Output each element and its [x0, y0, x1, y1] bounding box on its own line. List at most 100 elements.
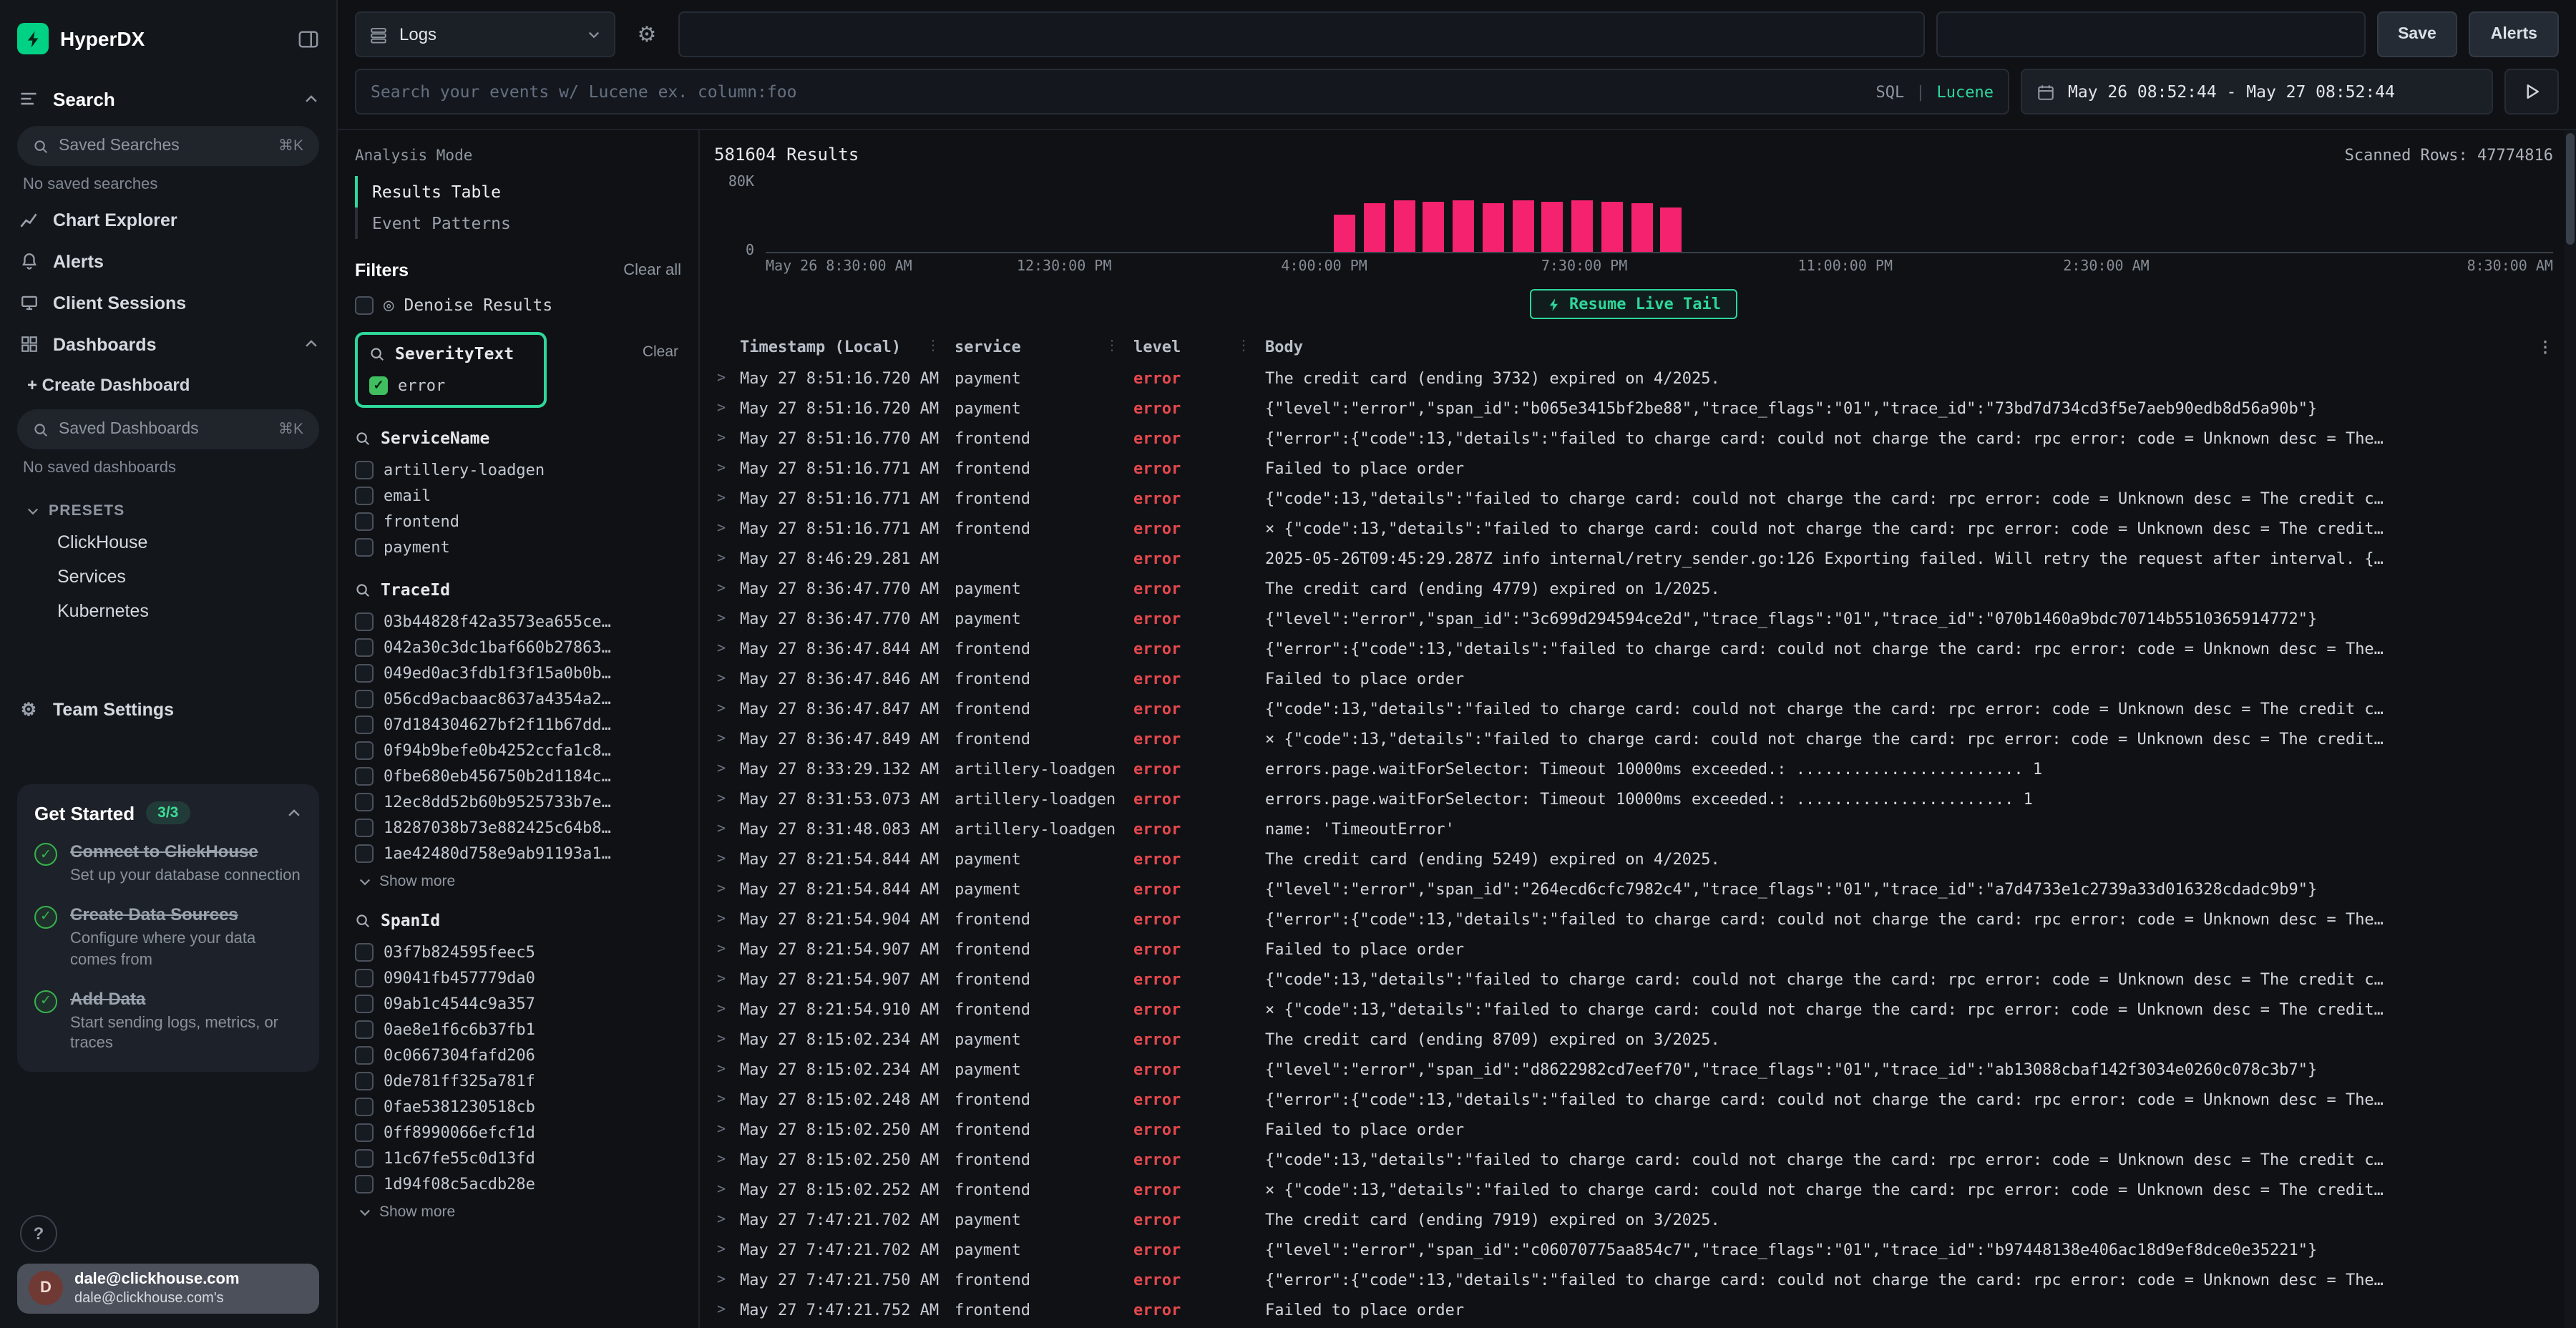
histogram-plot-area[interactable]: [766, 179, 2553, 253]
row-expand-icon[interactable]: >: [714, 491, 740, 507]
resume-live-tail-button[interactable]: Resume Live Tail: [1529, 289, 1738, 319]
checkbox[interactable]: [355, 968, 374, 987]
log-row[interactable]: >May 27 8:51:16.771 AMfrontenderror× {"c…: [714, 514, 2553, 544]
log-row[interactable]: >May 27 8:33:29.132 AMartillery-loadgene…: [714, 754, 2553, 784]
sidebar-item-services[interactable]: Services: [17, 560, 319, 594]
histogram-bar[interactable]: [1483, 202, 1504, 252]
column-header-timestamp[interactable]: Timestamp (Local): [740, 337, 955, 356]
log-row[interactable]: >May 27 8:21:54.844 AMpaymenterror{"leve…: [714, 874, 2553, 904]
alerts-button[interactable]: Alerts: [2469, 11, 2559, 57]
log-row[interactable]: >May 27 8:21:54.910 AMfrontenderror× {"c…: [714, 995, 2553, 1025]
row-expand-icon[interactable]: >: [714, 641, 740, 657]
row-expand-icon[interactable]: >: [714, 551, 740, 567]
vertical-scrollbar[interactable]: [2565, 130, 2576, 1328]
row-expand-icon[interactable]: >: [714, 1212, 740, 1228]
sidebar-item-search[interactable]: Search: [17, 77, 319, 120]
log-row[interactable]: >May 27 8:36:47.770 AMpaymenterror{"leve…: [714, 604, 2553, 634]
log-row[interactable]: >May 27 8:36:47.847 AMfrontenderror{"cod…: [714, 694, 2553, 724]
facet-option[interactable]: 09ab1c4544c9a357: [355, 990, 681, 1016]
denoise-results-option[interactable]: ◎ Denoise Results: [355, 295, 681, 315]
checkbox[interactable]: [355, 818, 374, 836]
log-row[interactable]: >May 27 8:51:16.770 AMfrontenderror{"err…: [714, 424, 2553, 454]
row-expand-icon[interactable]: >: [714, 972, 740, 987]
facet-option[interactable]: 0c0667304fafd206: [355, 1042, 681, 1068]
checkbox[interactable]: [355, 486, 374, 504]
histogram-bar[interactable]: [1660, 208, 1682, 252]
checkbox[interactable]: [355, 512, 374, 530]
facet-option[interactable]: email: [355, 482, 681, 508]
mode-results-table[interactable]: Results Table: [355, 176, 681, 208]
search-icon[interactable]: [355, 912, 371, 928]
histogram-bar[interactable]: [1542, 202, 1563, 252]
row-expand-icon[interactable]: >: [714, 942, 740, 957]
row-expand-icon[interactable]: >: [714, 521, 740, 537]
log-row[interactable]: >May 27 8:21:54.907 AMfrontenderror{"cod…: [714, 965, 2553, 995]
log-row[interactable]: >May 27 7:47:21.752 AMfrontenderrorFaile…: [714, 1295, 2553, 1325]
checkbox[interactable]: [355, 1148, 374, 1167]
checkbox[interactable]: [355, 663, 374, 682]
log-row[interactable]: >May 27 8:36:47.770 AMpaymenterrorThe cr…: [714, 574, 2553, 604]
log-row[interactable]: >May 27 8:21:54.844 AMpaymenterrorThe cr…: [714, 844, 2553, 874]
row-expand-icon[interactable]: >: [714, 882, 740, 897]
presets-toggle[interactable]: PRESETS: [17, 497, 319, 525]
histogram-bar[interactable]: [1601, 202, 1623, 252]
row-expand-icon[interactable]: >: [714, 791, 740, 807]
log-row[interactable]: >May 27 8:51:16.771 AMfrontenderrorFaile…: [714, 454, 2553, 484]
row-expand-icon[interactable]: >: [714, 912, 740, 927]
log-row[interactable]: >May 27 8:15:02.234 AMpaymenterror{"leve…: [714, 1055, 2553, 1085]
checkbox[interactable]: [355, 1174, 374, 1193]
order-by-input[interactable]: [1936, 11, 2365, 57]
facet-option[interactable]: 1ae42480d758e9ab91193a1…: [355, 840, 681, 866]
row-expand-icon[interactable]: >: [714, 731, 740, 747]
get-started-header[interactable]: Get Started 3/3: [34, 801, 302, 824]
checkbox[interactable]: [355, 1071, 374, 1090]
checkbox[interactable]: [355, 766, 374, 785]
facet-option[interactable]: frontend: [355, 508, 681, 534]
histogram-bar[interactable]: [1571, 201, 1593, 252]
column-header-body[interactable]: Body: [1265, 337, 2533, 356]
histogram-bar[interactable]: [1512, 201, 1533, 252]
save-button[interactable]: Save: [2376, 11, 2458, 57]
show-more-button[interactable]: Show more: [355, 873, 681, 890]
table-settings-icon[interactable]: ⋮: [2533, 337, 2553, 356]
row-expand-icon[interactable]: >: [714, 761, 740, 777]
checkbox[interactable]: [355, 1123, 374, 1141]
checkbox[interactable]: [355, 638, 374, 656]
sidebar-item-kubernetes[interactable]: Kubernetes: [17, 594, 319, 628]
help-button[interactable]: ?: [20, 1215, 57, 1252]
chevron-up-icon[interactable]: [303, 91, 319, 107]
run-query-button[interactable]: [2504, 69, 2559, 114]
facet-option[interactable]: 12ec8dd52b60b9525733b7e…: [355, 788, 681, 814]
lucene-language-option[interactable]: Lucene: [1937, 82, 1994, 101]
get-started-step[interactable]: ✓ Create Data Sources Configure where yo…: [34, 904, 302, 971]
checkbox[interactable]: [355, 1045, 374, 1064]
chevron-up-icon[interactable]: [303, 336, 319, 352]
mode-event-patterns[interactable]: Event Patterns: [355, 208, 681, 239]
facet-option[interactable]: 056cd9acbaac8637a4354a2…: [355, 685, 681, 711]
histogram-bar[interactable]: [1423, 202, 1445, 252]
facet-option[interactable]: payment: [355, 534, 681, 560]
date-range-picker[interactable]: May 26 08:52:44 - May 27 08:52:44: [2021, 69, 2493, 114]
log-row[interactable]: >May 27 8:51:16.771 AMfrontenderror{"cod…: [714, 484, 2553, 514]
row-expand-icon[interactable]: >: [714, 1002, 740, 1017]
sidebar-item-alerts[interactable]: Alerts: [17, 240, 319, 282]
sql-select-input[interactable]: [678, 11, 1924, 57]
checkbox[interactable]: [355, 994, 374, 1012]
log-row[interactable]: >May 27 8:46:29.281 AMerror2025-05-26T09…: [714, 544, 2553, 574]
checkbox[interactable]: [355, 1097, 374, 1115]
row-expand-icon[interactable]: >: [714, 1242, 740, 1258]
facet-option[interactable]: 0fae5381230518cb: [355, 1093, 681, 1119]
log-row[interactable]: >May 27 7:47:21.702 AMpaymenterror{"leve…: [714, 1235, 2553, 1265]
facet-option[interactable]: 03f7b824595feec5: [355, 939, 681, 965]
facet-option[interactable]: 0ae8e1f6c6b37fb1: [355, 1016, 681, 1042]
facet-option[interactable]: 03b44828f42a3573ea655ce…: [355, 608, 681, 634]
user-menu[interactable]: D dale@clickhouse.com dale@clickhouse.co…: [17, 1264, 319, 1314]
row-expand-icon[interactable]: >: [714, 461, 740, 477]
get-started-step[interactable]: ✓ Connect to ClickHouse Set up your data…: [34, 841, 302, 887]
checkbox[interactable]: [369, 376, 388, 394]
row-expand-icon[interactable]: >: [714, 581, 740, 597]
row-expand-icon[interactable]: >: [714, 701, 740, 717]
row-expand-icon[interactable]: >: [714, 1152, 740, 1168]
row-expand-icon[interactable]: >: [714, 1182, 740, 1198]
row-expand-icon[interactable]: >: [714, 1092, 740, 1108]
